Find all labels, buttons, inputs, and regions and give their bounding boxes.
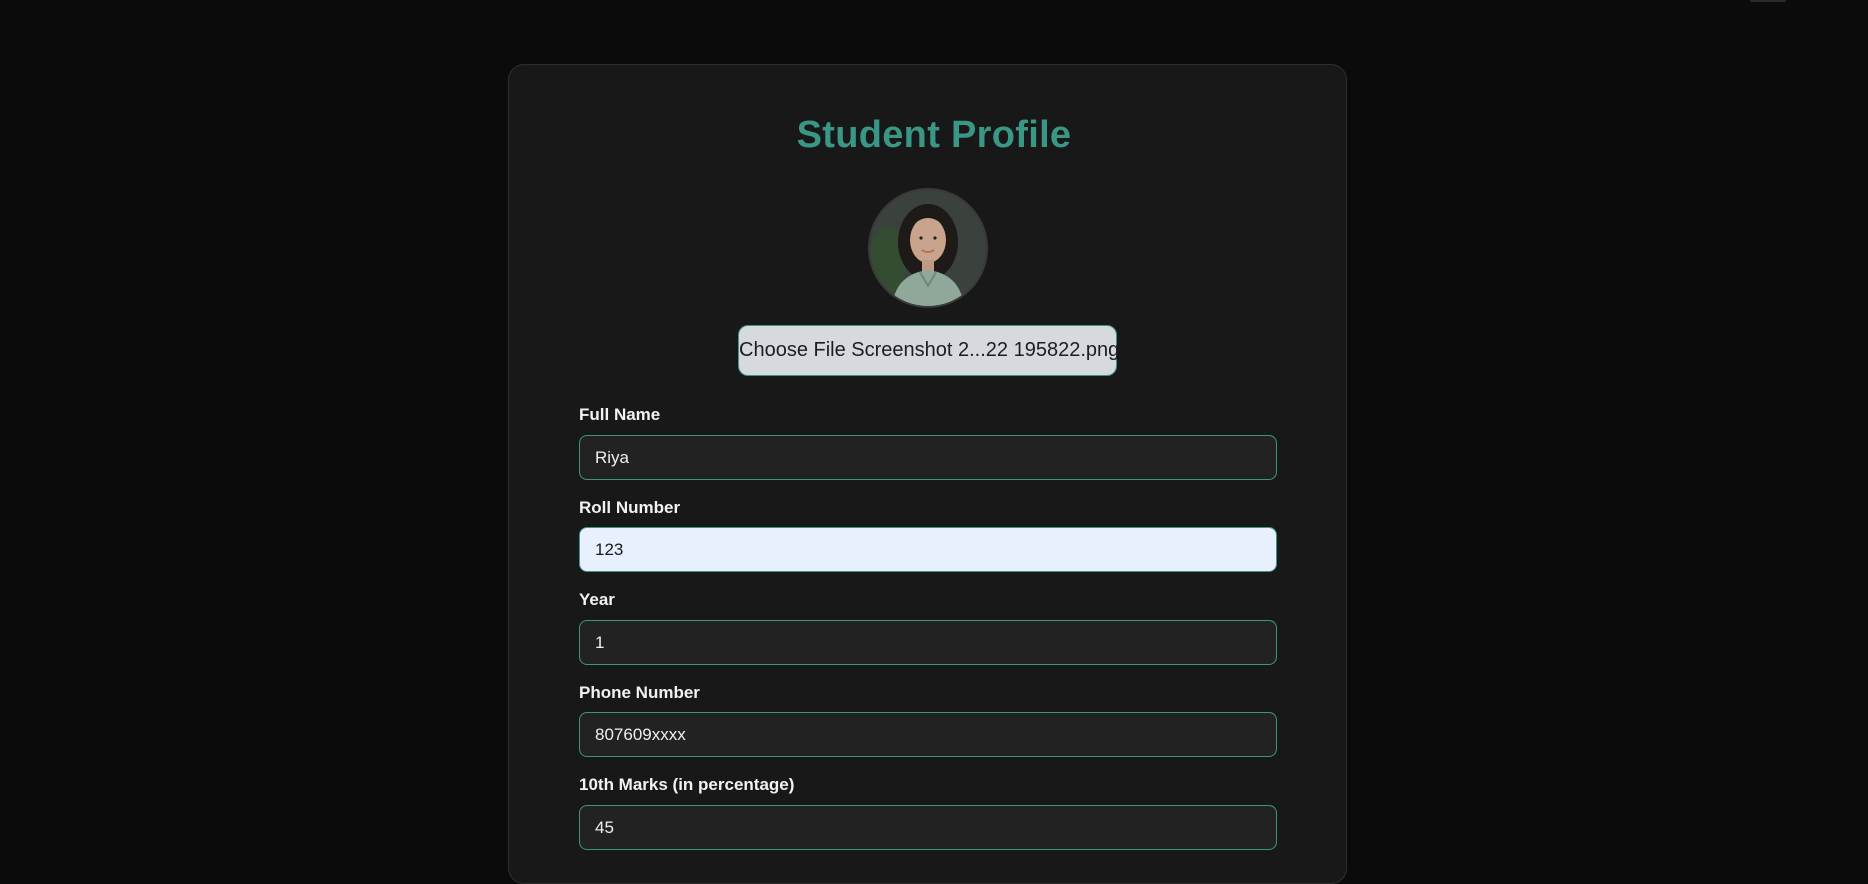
profile-photo-icon xyxy=(870,190,986,306)
year-label: Year xyxy=(579,590,615,609)
phone-number-label: Phone Number xyxy=(579,683,700,702)
tenth-marks-label: 10th Marks (in percentage) xyxy=(579,775,795,794)
top-corner-tab xyxy=(1750,0,1786,2)
tenth-marks-input[interactable] xyxy=(579,805,1277,850)
roll-number-input[interactable] xyxy=(579,527,1277,572)
roll-number-label: Roll Number xyxy=(579,498,681,517)
choose-file-button[interactable]: Choose File Screenshot 2...22 195822.png xyxy=(738,325,1119,376)
page-title: Student Profile xyxy=(796,114,1072,156)
phone-number-input[interactable] xyxy=(579,712,1277,757)
full-name-input[interactable] xyxy=(579,435,1277,480)
year-input[interactable] xyxy=(579,620,1277,665)
full-name-label: Full Name xyxy=(579,405,661,424)
avatar xyxy=(868,188,988,308)
